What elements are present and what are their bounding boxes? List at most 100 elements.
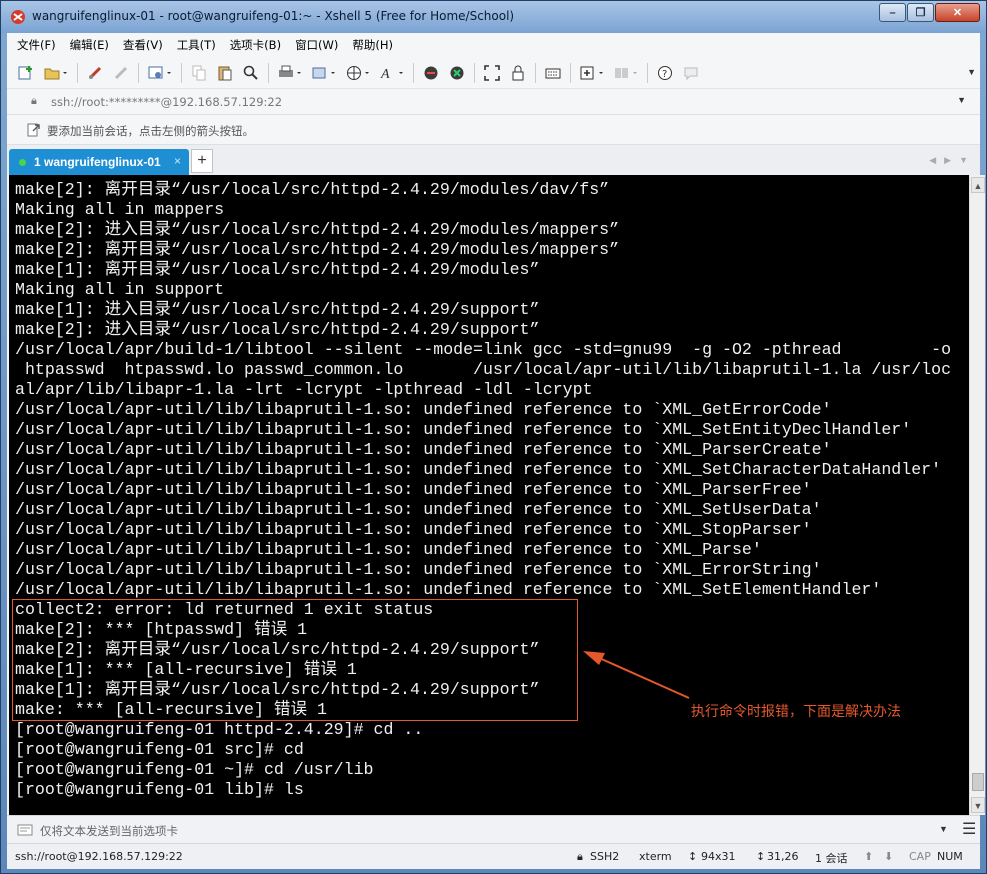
- compose-dropdown-icon[interactable]: ▼: [939, 824, 948, 834]
- menu-tab[interactable]: 选项卡(B): [230, 37, 281, 53]
- keyboard-icon[interactable]: [543, 63, 563, 83]
- help-icon[interactable]: ?: [655, 63, 675, 83]
- annotation-text: 执行命令时报错，下面是解决办法: [691, 704, 901, 720]
- status-num: NUM: [937, 850, 963, 863]
- chat-icon[interactable]: [681, 63, 701, 83]
- globe-icon[interactable]: [344, 63, 372, 83]
- xshell-window: wangruifenglinux-01 - root@wangruifeng-0…: [0, 0, 987, 874]
- toolbar-separator: [570, 62, 571, 83]
- restore-button[interactable]: ❐: [907, 3, 934, 22]
- terminal-line: /usr/local/apr-util/lib/libaprutil-1.so:…: [15, 580, 882, 599]
- scroll-thumb[interactable]: [972, 773, 984, 791]
- terminal-line: make[1]: 离开目录“/usr/local/src/httpd-2.4.2…: [15, 260, 540, 279]
- lock-icon[interactable]: [508, 63, 528, 83]
- toolbar-separator: [181, 62, 182, 83]
- size-icon: ↕: [688, 850, 698, 863]
- terminal-line: make[1]: *** [all-recursive] 错误 1: [15, 660, 357, 679]
- arrow-icon[interactable]: [27, 123, 41, 137]
- status-up-icon[interactable]: ⬆: [864, 850, 873, 863]
- terminal-line: make[2]: 进入目录“/usr/local/src/httpd-2.4.2…: [15, 320, 540, 339]
- hint-text: 要添加当前会话，点击左侧的箭头按钮。: [47, 124, 254, 138]
- status-connection: ssh://root@192.168.57.129:22: [15, 850, 183, 863]
- toolbar-separator: [268, 62, 269, 83]
- terminal-scrollbar[interactable]: ▲ ▼: [969, 175, 985, 815]
- connect-icon[interactable]: [85, 63, 105, 83]
- terminal-line: /usr/local/apr-util/lib/libaprutil-1.so:…: [15, 420, 912, 439]
- compose-target-text[interactable]: 仅将文本发送到当前选项卡: [40, 823, 178, 839]
- menu-icon[interactable]: ☰: [962, 819, 976, 839]
- menu-file[interactable]: 文件(F): [17, 37, 56, 53]
- font-icon[interactable]: A: [378, 63, 406, 83]
- menu-view[interactable]: 查看(V): [123, 37, 163, 53]
- compose-bar: 仅将文本发送到当前选项卡 ▼ ☰: [7, 815, 980, 843]
- menu-tools[interactable]: 工具(T): [177, 37, 216, 53]
- status-term: xterm: [639, 850, 672, 863]
- terminal-line: make[2]: *** [htpasswd] 错误 1: [15, 620, 308, 639]
- status-down-icon[interactable]: ⬇: [884, 850, 893, 863]
- lock-icon: 🔒︎: [31, 95, 37, 107]
- layout-icon[interactable]: [612, 63, 640, 83]
- menu-help[interactable]: 帮助(H): [352, 37, 393, 53]
- add-tab-button[interactable]: +: [191, 149, 213, 173]
- terminal-line: make[2]: 离开目录“/usr/local/src/httpd-2.4.2…: [15, 180, 610, 199]
- terminal-line: make[2]: 离开目录“/usr/local/src/httpd-2.4.2…: [15, 240, 620, 259]
- toolbar-separator: [77, 62, 78, 83]
- session-hint-bar: 要添加当前会话，点击左侧的箭头按钮。: [7, 115, 980, 145]
- status-bar: ssh://root@192.168.57.129:22 🔒︎ SSH2 xte…: [7, 843, 980, 869]
- copy-icon[interactable]: [189, 63, 209, 83]
- terminal-line: [root@wangruifeng-01 httpd-2.4.29]# cd .…: [15, 720, 424, 739]
- close-button[interactable]: ✕: [935, 3, 980, 22]
- paste-icon[interactable]: [215, 63, 235, 83]
- terminal[interactable]: make[2]: 离开目录“/usr/local/src/httpd-2.4.2…: [9, 175, 969, 815]
- terminal-line: [root@wangruifeng-01 src]# cd: [15, 740, 304, 759]
- print-icon[interactable]: [276, 63, 304, 83]
- terminal-line: /usr/local/apr-util/lib/libaprutil-1.so:…: [15, 400, 832, 419]
- toolbar-separator: [138, 62, 139, 83]
- minimize-button[interactable]: –: [879, 3, 906, 22]
- terminal-line: /usr/local/apr-util/lib/libaprutil-1.so:…: [15, 500, 822, 519]
- new-session-icon[interactable]: [16, 63, 36, 83]
- address-dropdown-icon[interactable]: ▼: [957, 95, 966, 105]
- transfer-icon[interactable]: [310, 63, 338, 83]
- open-folder-icon[interactable]: [42, 63, 70, 83]
- svg-text:?: ?: [662, 69, 667, 80]
- tab-label: 1 wangruifenglinux-01: [34, 155, 161, 169]
- address-input[interactable]: ssh://root:*********@192.168.57.129:22: [51, 95, 282, 109]
- status-size: 94x31: [701, 850, 736, 863]
- client-area: 文件(F) 编辑(E) 查看(V) 工具(T) 选项卡(B) 窗口(W) 帮助(…: [7, 33, 985, 869]
- tab-close-icon[interactable]: ×: [174, 154, 181, 168]
- tab-session[interactable]: 1 wangruifenglinux-01 ×: [9, 149, 189, 175]
- disconnect-icon[interactable]: [111, 63, 131, 83]
- terminal-line: /usr/local/apr-util/lib/libaprutil-1.so:…: [15, 560, 822, 579]
- terminal-line: make[1]: 进入目录“/usr/local/src/httpd-2.4.2…: [15, 300, 540, 319]
- fullscreen-icon[interactable]: [482, 63, 502, 83]
- terminal-line: Making all in support: [15, 280, 225, 299]
- terminal-line: /usr/local/apr/build-1/libtool --silent …: [15, 340, 952, 359]
- properties-icon[interactable]: [146, 63, 174, 83]
- status-lock-icon: 🔒︎: [577, 850, 583, 863]
- terminal-line: /usr/local/apr-util/lib/libaprutil-1.so:…: [15, 540, 762, 559]
- send-icon[interactable]: [17, 823, 33, 837]
- scroll-up-icon[interactable]: ▲: [971, 177, 985, 193]
- cursor-icon: ↕: [756, 850, 766, 863]
- status-caps: CAP: [909, 850, 931, 863]
- svg-text:A: A: [380, 67, 390, 81]
- toolbar-more-icon[interactable]: ▼: [967, 67, 976, 77]
- terminal-line: make[2]: 离开目录“/usr/local/src/httpd-2.4.2…: [15, 640, 540, 659]
- menu-window[interactable]: 窗口(W): [295, 37, 338, 53]
- menu-edit[interactable]: 编辑(E): [70, 37, 109, 53]
- status-cursor: 31,26: [767, 850, 799, 863]
- scroll-down-icon[interactable]: ▼: [971, 797, 985, 813]
- toolbar-separator: [647, 62, 648, 83]
- toolbar-separator: [535, 62, 536, 83]
- terminal-line: /usr/local/apr-util/lib/libaprutil-1.so:…: [15, 520, 812, 539]
- new-tab-icon[interactable]: [578, 63, 606, 83]
- xftp-icon[interactable]: [421, 63, 441, 83]
- terminal-line: [root@wangruifeng-01 ~]# cd /usr/lib: [15, 760, 374, 779]
- find-icon[interactable]: [241, 63, 261, 83]
- window-controls: – ❐ ✕: [878, 3, 980, 22]
- xmanager-icon[interactable]: [447, 63, 467, 83]
- address-bar: 🔒︎ ssh://root:*********@192.168.57.129:2…: [7, 89, 980, 115]
- toolbar-separator: [413, 62, 414, 83]
- tab-nav-arrows-icon[interactable]: ◀▶▼: [929, 155, 976, 166]
